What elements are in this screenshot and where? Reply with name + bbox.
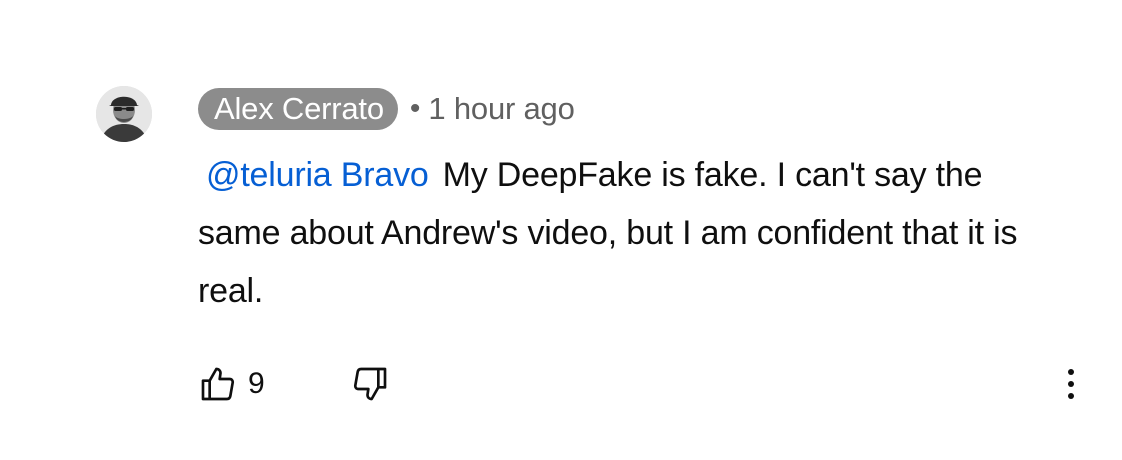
comment-text: @teluria Bravo My DeepFake is fake. I can… [198, 146, 1038, 320]
avatar[interactable] [96, 86, 152, 142]
dislike-button[interactable] [350, 362, 390, 406]
comment-timestamp[interactable]: 1 hour ago [428, 88, 574, 130]
more-actions-button[interactable] [1056, 362, 1086, 406]
thumbs-up-icon [201, 367, 235, 401]
comment-thread-item: Alex Cerrato • 1 hour ago @teluria Bravo… [0, 0, 1122, 460]
like-button[interactable]: 9 [198, 362, 265, 406]
thumbs-down-icon [353, 367, 387, 401]
like-count: 9 [248, 367, 265, 400]
user-avatar-icon [96, 86, 152, 142]
author-name-chip[interactable]: Alex Cerrato [198, 88, 398, 130]
comment-header: Alex Cerrato • 1 hour ago [198, 86, 575, 132]
comment-actions: 9 [198, 356, 1088, 412]
meta-separator: • [409, 92, 421, 125]
more-vert-icon [1068, 369, 1074, 399]
mention-link[interactable]: @teluria Bravo [198, 156, 443, 194]
